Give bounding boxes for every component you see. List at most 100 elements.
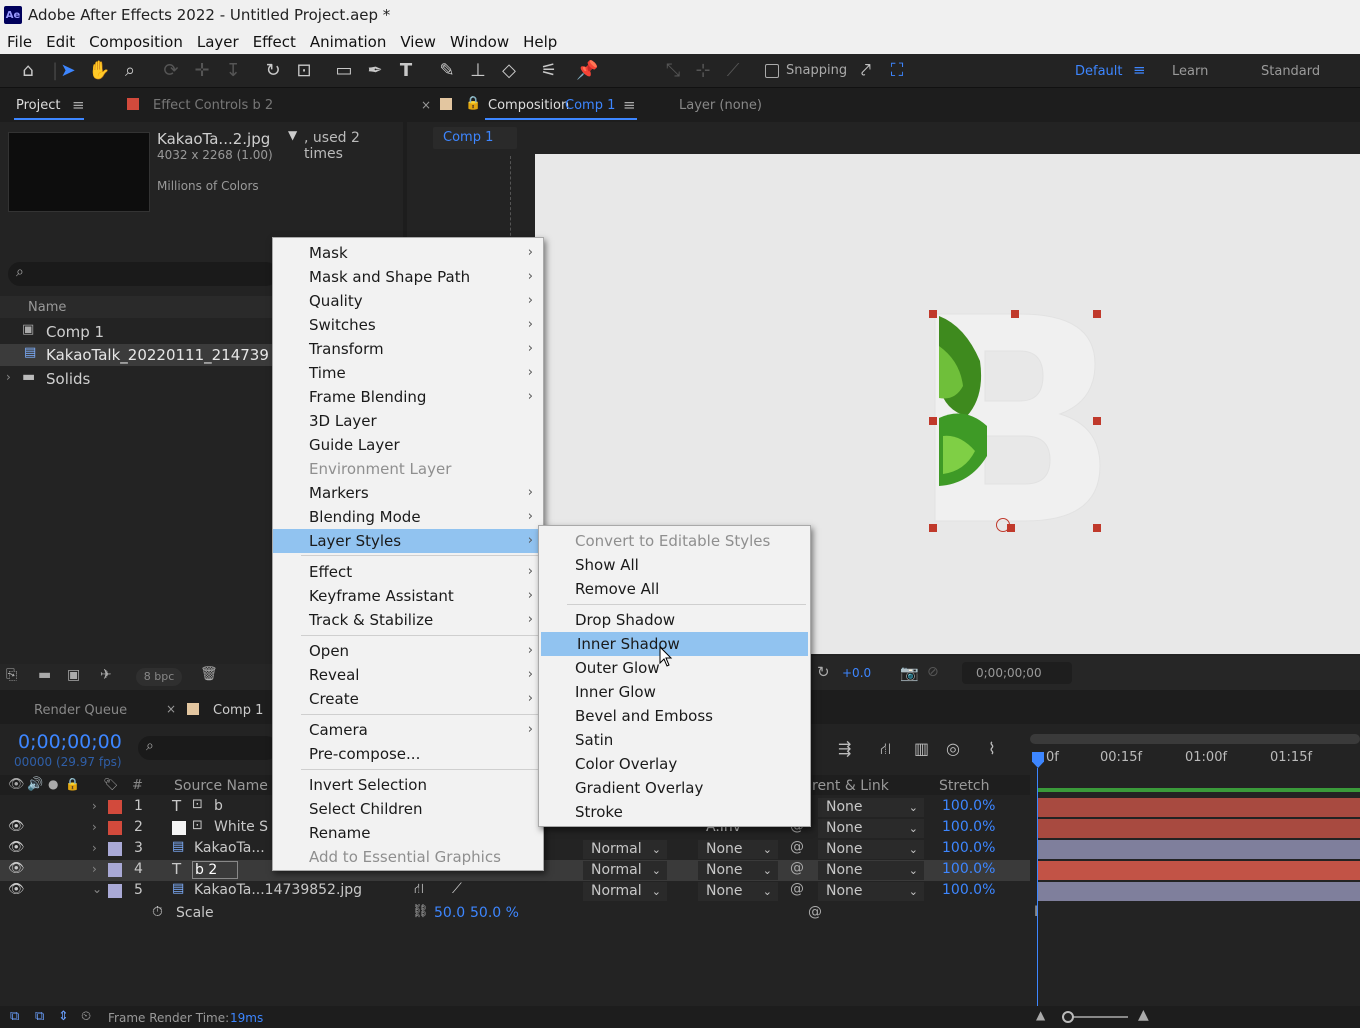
zoom-slider-handle[interactable]	[1062, 1011, 1074, 1023]
menu-item-layer-styles[interactable]: Layer Styles ›	[273, 529, 543, 553]
tab-layer[interactable]: Layer (none)	[679, 98, 762, 113]
home-icon[interactable]: ⌂	[17, 60, 39, 82]
snap-options-icon[interactable]: ⤤	[855, 60, 877, 82]
bit-depth-button[interactable]: 8 bpc	[136, 668, 182, 686]
close-tab-icon[interactable]: ×	[421, 98, 431, 112]
menu-item-satin[interactable]: Satin	[539, 728, 810, 752]
shy-switch-icon[interactable]: ⛙	[414, 881, 424, 899]
menu-item-create[interactable]: Create ›	[273, 687, 543, 711]
zoom-in-icon[interactable]: ▲	[1138, 1007, 1149, 1023]
selection-tool-icon[interactable]: ➤	[57, 60, 79, 82]
timeline-timecode[interactable]: 0;00;00;00	[18, 731, 122, 753]
view-axis-icon[interactable]: ⟋	[722, 60, 744, 82]
constrain-proportions-icon[interactable]: ⛓	[412, 904, 429, 919]
menu-item-gradient-overlay[interactable]: Gradient Overlay	[539, 776, 810, 800]
toggle-switches-icon[interactable]: ⧉	[10, 1009, 19, 1024]
menu-animation[interactable]: Animation	[310, 33, 386, 51]
menu-item-select-children[interactable]: Select Children	[273, 797, 543, 821]
transform-handle[interactable]	[929, 524, 937, 532]
expand-chevron-icon[interactable]: ›	[92, 841, 97, 855]
layer-track-bar[interactable]	[1038, 882, 1360, 901]
playhead[interactable]	[1032, 752, 1044, 768]
project-search-input[interactable]	[8, 262, 278, 286]
lock-switch-icon[interactable]: 🔒	[65, 777, 80, 791]
trash-icon[interactable]: 🗑	[200, 666, 218, 682]
tab-project[interactable]: Project	[16, 98, 60, 113]
track-matte-dropdown[interactable]: None ⌄	[698, 861, 778, 880]
video-switch-icon[interactable]: 👁	[8, 777, 25, 792]
lock-icon[interactable]: 🔒	[465, 96, 481, 111]
eye-icon[interactable]: 👁	[8, 882, 25, 897]
show-snapshot-icon[interactable]: ⊘	[927, 664, 939, 680]
zoom-tool-icon[interactable]: ⌕	[119, 60, 141, 82]
layer-label-swatch[interactable]	[108, 884, 122, 898]
orbit-camera-icon[interactable]: ⟳	[160, 60, 182, 82]
menu-item-open[interactable]: Open ›	[273, 639, 543, 663]
workspace-standard[interactable]: Standard	[1261, 64, 1320, 79]
exposure-value[interactable]: +0.0	[842, 666, 871, 680]
graph-editor-icon[interactable]: ⌇	[988, 739, 996, 758]
layer-label-swatch[interactable]	[108, 821, 122, 835]
local-axis-icon[interactable]: ⤡	[662, 60, 684, 82]
menu-help[interactable]: Help	[523, 33, 557, 51]
menu-item-reveal[interactable]: Reveal ›	[273, 663, 543, 687]
menu-layer[interactable]: Layer	[197, 33, 239, 51]
reset-exposure-icon[interactable]: ↻	[817, 663, 830, 681]
puppet-pin-tool-icon[interactable]: 📌	[576, 60, 598, 82]
pick-whip-icon[interactable]: @	[790, 860, 804, 876]
expand-chevron-icon[interactable]: ›	[92, 799, 97, 813]
letter-b-layer[interactable]	[925, 306, 1105, 536]
keyframe-marker-icon[interactable]: I	[1034, 904, 1038, 920]
stretch-value[interactable]: 100.0%	[942, 861, 995, 877]
workspace-default[interactable]: Default	[1075, 64, 1123, 79]
menu-composition[interactable]: Composition	[89, 33, 183, 51]
menu-item-invert-selection[interactable]: Invert Selection	[273, 773, 543, 797]
parent-dropdown[interactable]: None ⌄	[818, 882, 924, 901]
layer-track-bar[interactable]	[1038, 798, 1360, 817]
eye-icon[interactable]: 👁	[8, 861, 25, 876]
world-axis-icon[interactable]: ⊹	[692, 60, 714, 82]
menu-item-inner-shadow[interactable]: Inner Shadow	[541, 632, 808, 656]
render-settings-icon[interactable]: ✈	[100, 667, 112, 683]
column-name[interactable]: Name	[28, 300, 66, 315]
menu-item-show-all[interactable]: Show All	[539, 553, 810, 577]
eye-icon[interactable]: 👁	[8, 819, 25, 834]
blend-mode-dropdown[interactable]: Normal ⌄	[583, 882, 667, 901]
tab-timeline-comp[interactable]: Comp 1	[213, 703, 263, 718]
menu-item-3d-layer[interactable]: 3D Layer	[273, 409, 543, 433]
blend-mode-dropdown[interactable]: Normal ⌄	[583, 840, 667, 859]
rectangle-tool-icon[interactable]: ▭	[333, 60, 355, 82]
menu-edit[interactable]: Edit	[46, 33, 75, 51]
roto-brush-tool-icon[interactable]: ⚟	[538, 60, 560, 82]
menu-item-effect[interactable]: Effect ›	[273, 560, 543, 584]
menu-window[interactable]: Window	[450, 33, 509, 51]
pick-whip-icon[interactable]: @	[790, 881, 804, 897]
render-time-icon[interactable]: ⏲	[81, 1009, 91, 1024]
workspace-learn[interactable]: Learn	[1172, 64, 1208, 79]
layer-name[interactable]: White S	[214, 819, 268, 835]
work-area-bar[interactable]	[1030, 734, 1360, 744]
menu-item-outer-glow[interactable]: Outer Glow	[539, 656, 810, 680]
close-tab-icon[interactable]: ×	[166, 702, 176, 716]
expand-chevron-icon[interactable]: ›	[92, 862, 97, 876]
clone-stamp-tool-icon[interactable]: ⊥	[467, 60, 489, 82]
layer-name[interactable]: KakaoTa...14739852.jpg	[194, 882, 362, 898]
brush-tool-icon[interactable]: ✎	[436, 60, 458, 82]
anchor-point-icon[interactable]	[996, 518, 1010, 532]
menu-item-transform[interactable]: Transform ›	[273, 337, 543, 361]
menu-item-track-stabilize[interactable]: Track & Stabilize ›	[273, 608, 543, 632]
layer-name[interactable]: KakaoTa...	[194, 840, 265, 856]
menu-item-remove-all[interactable]: Remove All	[539, 577, 810, 601]
menu-item-mask-shape-path[interactable]: Mask and Shape Path ›	[273, 265, 543, 289]
track-matte-dropdown[interactable]: None ⌄	[698, 882, 778, 901]
hand-tool-icon[interactable]: ✋	[88, 60, 110, 82]
transform-handle[interactable]	[929, 417, 937, 425]
snapping-checkbox[interactable]	[765, 64, 779, 78]
menu-effect[interactable]: Effect	[253, 33, 296, 51]
timeline-search-input[interactable]	[138, 736, 278, 760]
stretch-value[interactable]: 100.0%	[942, 840, 995, 856]
column-stretch[interactable]: Stretch	[939, 778, 990, 794]
tab-render-queue[interactable]: Render Queue	[34, 703, 127, 718]
collapse-chevron-icon[interactable]: ⌄	[92, 882, 102, 896]
layer-label-swatch[interactable]	[108, 863, 122, 877]
